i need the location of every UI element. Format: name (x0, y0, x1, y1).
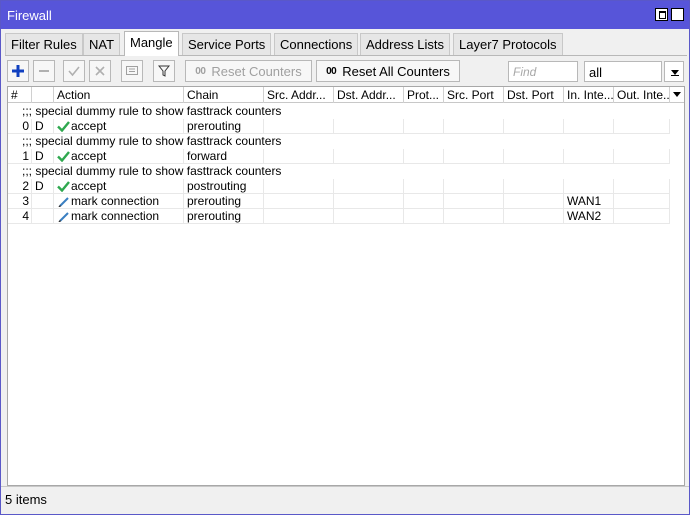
comment-row[interactable]: ;;; special dummy rule to show fasttrack… (8, 104, 684, 119)
rule-flag: D (32, 119, 54, 134)
maximize-icon[interactable] (655, 8, 668, 21)
rule-action-cell: accept (54, 179, 184, 194)
rule-chain: prerouting (184, 119, 264, 134)
pencil-icon (58, 197, 69, 208)
titlebar[interactable]: Firewall × (1, 1, 689, 29)
col-in-interface[interactable]: In. Inte... (564, 87, 614, 103)
rule-action-cell: mark connection (54, 194, 184, 209)
col-protocol[interactable]: Prot... (404, 87, 444, 103)
rule-chain: prerouting (184, 209, 264, 224)
col-dst-port[interactable]: Dst. Port (504, 87, 564, 103)
rule-number: 1 (8, 149, 32, 164)
pencil-icon (58, 212, 69, 223)
tab-bar: Filter Rules NAT Mangle Service Ports Co… (5, 31, 689, 56)
rule-chain: postrouting (184, 179, 264, 194)
reset-counters-button[interactable]: 00 Reset Counters (185, 60, 312, 82)
reset-counters-label: Reset Counters (211, 63, 302, 79)
rule-in-interface (564, 149, 614, 164)
comment-row[interactable]: ;;; special dummy rule to show fasttrack… (8, 164, 684, 179)
rule-chain: forward (184, 149, 264, 164)
col-chain[interactable]: Chain (184, 87, 264, 103)
rule-flag: D (32, 149, 54, 164)
tab-mangle[interactable]: Mangle (124, 31, 179, 56)
rule-flag: D (32, 179, 54, 194)
window-title: Firewall (7, 8, 52, 23)
col-number[interactable]: # (8, 87, 32, 103)
close-icon[interactable]: × (671, 8, 684, 21)
x-icon (95, 66, 105, 76)
check-icon (57, 181, 70, 193)
reset-all-counters-label: Reset All Counters (342, 63, 450, 79)
select-dropdown-icon[interactable] (664, 61, 684, 82)
counters-icon: 00 (195, 65, 206, 77)
table-row[interactable]: 0 D accept prerouting (8, 119, 684, 134)
table-row[interactable]: 2 D accept postrouting (8, 179, 684, 194)
col-out-interface[interactable]: Out. Inte... (614, 87, 670, 103)
filter-select[interactable]: all (584, 61, 662, 82)
minus-icon (39, 70, 49, 72)
col-flag[interactable] (32, 87, 54, 103)
counters-icon: 00 (326, 65, 337, 77)
reset-all-counters-button[interactable]: 00 Reset All Counters (316, 60, 460, 82)
rule-action: accept (71, 149, 107, 163)
table-row[interactable]: 4 mark connection prerouting WAN2 (8, 209, 684, 224)
mangle-panel: 00 Reset Counters 00 Reset All Counters Fi… (5, 55, 687, 511)
rule-in-interface: WAN2 (564, 209, 614, 224)
col-action[interactable]: Action (54, 87, 184, 103)
rule-chain: prerouting (184, 194, 264, 209)
check-icon (68, 66, 80, 77)
add-button[interactable] (7, 60, 29, 82)
col-dst-address[interactable]: Dst. Addr... (334, 87, 404, 103)
item-count: 5 items (5, 492, 47, 507)
toolbar: 00 Reset Counters 00 Reset All Counters Fi… (5, 58, 687, 84)
comment-icon (126, 66, 138, 75)
check-icon (57, 121, 70, 133)
rule-number: 3 (8, 194, 32, 209)
table-header: # Action Chain Src. Addr... Dst. Addr...… (8, 87, 684, 103)
rule-comment: ;;; special dummy rule to show fasttrack… (22, 104, 282, 118)
funnel-icon (158, 65, 170, 77)
rule-action: mark connection (71, 209, 160, 223)
rule-action: mark connection (71, 194, 160, 208)
check-icon (57, 151, 70, 163)
rule-comment: ;;; special dummy rule to show fasttrack… (22, 164, 282, 178)
rule-in-interface (564, 179, 614, 194)
rules-table: # Action Chain Src. Addr... Dst. Addr...… (7, 86, 685, 486)
rule-action-cell: accept (54, 149, 184, 164)
tab-filter-rules[interactable]: Filter Rules (5, 33, 83, 55)
rule-action-cell: mark connection (54, 209, 184, 224)
comment-row[interactable]: ;;; special dummy rule to show fasttrack… (8, 134, 684, 149)
rule-number: 2 (8, 179, 32, 194)
rule-number: 0 (8, 119, 32, 134)
tab-address-lists[interactable]: Address Lists (360, 33, 451, 55)
comment-button[interactable] (121, 60, 143, 82)
tab-nat[interactable]: NAT (83, 33, 121, 55)
rule-in-interface: WAN1 (564, 194, 614, 209)
rule-flag (32, 209, 54, 224)
col-src-address[interactable]: Src. Addr... (264, 87, 334, 103)
rule-action: accept (71, 119, 107, 133)
enable-button[interactable] (63, 60, 85, 82)
tab-layer7-protocols[interactable]: Layer7 Protocols (453, 33, 563, 55)
table-row[interactable]: 3 mark connection prerouting WAN1 (8, 194, 684, 209)
rule-flag (32, 194, 54, 209)
remove-button[interactable] (33, 60, 55, 82)
rule-action: accept (71, 179, 107, 193)
status-bar: 5 items (1, 486, 689, 514)
rule-comment: ;;; special dummy rule to show fasttrack… (22, 134, 282, 148)
filter-button[interactable] (153, 60, 175, 82)
table-row[interactable]: 1 D accept forward (8, 149, 684, 164)
disable-button[interactable] (89, 60, 111, 82)
plus-icon (12, 65, 24, 77)
find-input[interactable]: Find (508, 61, 578, 82)
rule-in-interface (564, 119, 614, 134)
columns-menu-icon[interactable] (670, 87, 684, 103)
col-src-port[interactable]: Src. Port (444, 87, 504, 103)
firewall-window: Firewall × Filter Rules NAT Mangle Servi… (0, 0, 690, 515)
tab-connections[interactable]: Connections (274, 33, 359, 55)
rule-action-cell: accept (54, 119, 184, 134)
tab-service-ports[interactable]: Service Ports (182, 33, 272, 55)
rule-number: 4 (8, 209, 32, 224)
